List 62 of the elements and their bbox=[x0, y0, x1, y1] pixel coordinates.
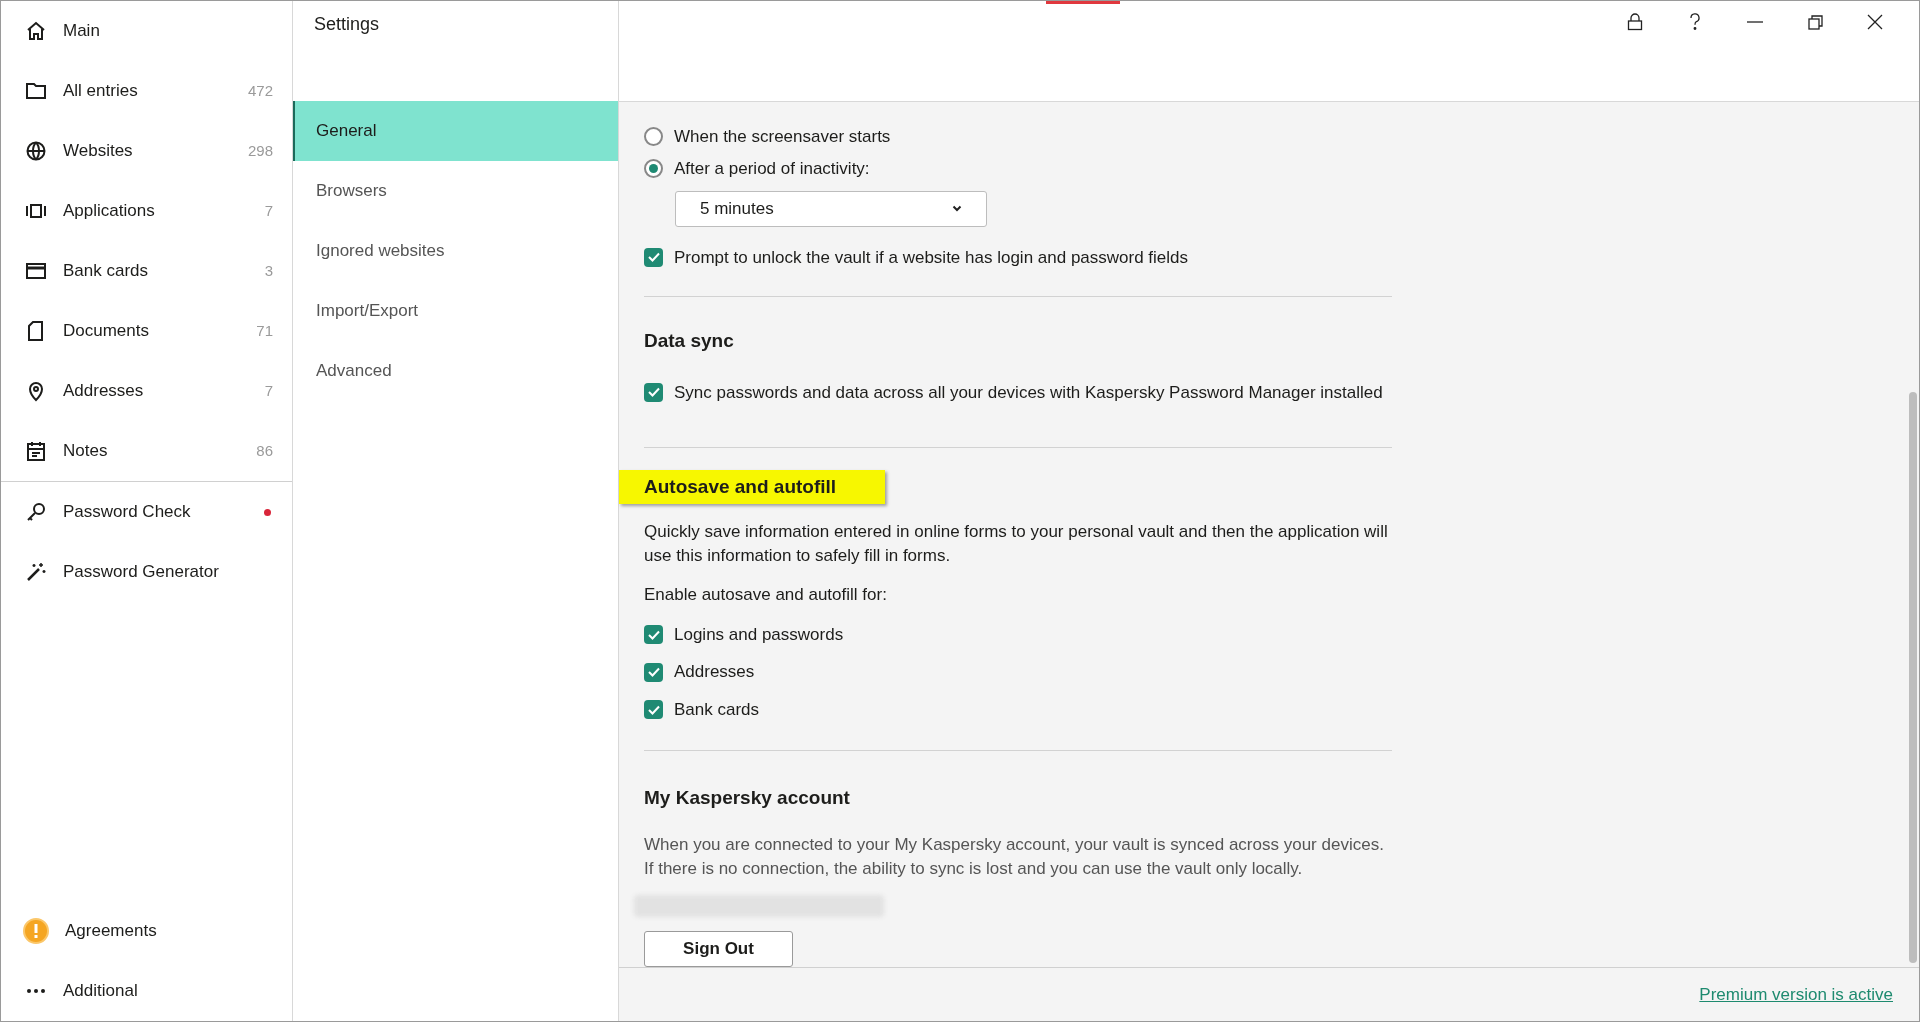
radio-label: After a period of inactivity: bbox=[674, 158, 870, 181]
checkbox[interactable] bbox=[644, 662, 663, 682]
section-heading: Data sync bbox=[644, 329, 735, 354]
checkbox-label: Prompt to unlock the vault if a website has login and password fields bbox=[674, 246, 1189, 269]
sidebar-item[interactable]: Additional bbox=[1, 961, 292, 1021]
checkmark-icon bbox=[647, 667, 660, 678]
duration-dropdown[interactable]: 5 minutes bbox=[675, 191, 987, 227]
home-icon bbox=[25, 20, 47, 42]
checkbox[interactable] bbox=[644, 625, 663, 645]
checkmark-icon bbox=[647, 704, 660, 715]
sidebar-item[interactable]: Password Check bbox=[1, 482, 292, 542]
chevron-down-icon bbox=[952, 205, 962, 213]
sidebar-item[interactable]: Websites 298 bbox=[1, 121, 292, 181]
sidebar-item[interactable]: Agreements bbox=[1, 901, 292, 961]
checkbox[interactable] bbox=[644, 248, 663, 267]
minimize-icon bbox=[1747, 21, 1763, 23]
window-title: Settings bbox=[314, 14, 380, 34]
sign-out-button[interactable]: Sign Out bbox=[644, 930, 793, 968]
help-icon bbox=[1689, 13, 1701, 31]
checkbox-label: Addresses bbox=[674, 661, 755, 684]
radio-button[interactable] bbox=[644, 159, 663, 179]
sidebar-item[interactable]: Bank cards 3 bbox=[1, 241, 292, 301]
checkbox-label: Logins and passwords bbox=[674, 623, 844, 646]
sidebar-item[interactable]: Password Generator bbox=[1, 542, 292, 602]
lock-icon bbox=[1627, 13, 1643, 31]
sidebar-item[interactable]: Applications 7 bbox=[1, 181, 292, 241]
sidebar-item[interactable]: Main bbox=[1, 1, 292, 61]
sidebar-item[interactable]: Documents 71 bbox=[1, 301, 292, 361]
radio-label: When the screensaver starts bbox=[674, 125, 891, 148]
section-description: When you are connected to your My Kaspersky account, your vault is synced across your devices. If there is no connection, the ability to sync is lost and you can use the vault only locally. bbox=[644, 833, 1385, 880]
section-heading: Autosave and autofill bbox=[619, 470, 885, 505]
globe-icon bbox=[25, 140, 47, 162]
checkbox[interactable] bbox=[644, 700, 663, 720]
magic-wand-icon bbox=[25, 561, 47, 583]
more-icon bbox=[27, 989, 45, 993]
checkbox-label: Bank cards bbox=[674, 698, 760, 721]
settings-tab[interactable]: Ignored websites bbox=[293, 221, 618, 281]
checkbox[interactable] bbox=[644, 382, 663, 402]
radio-button[interactable] bbox=[644, 126, 663, 146]
restore-icon bbox=[1807, 14, 1823, 30]
folder-icon bbox=[25, 80, 47, 102]
scrollbar-thumb[interactable] bbox=[1909, 392, 1917, 963]
close-icon bbox=[1867, 14, 1883, 30]
section-heading: My Kaspersky account bbox=[644, 786, 851, 811]
enable-label: Enable autosave and autofill for: bbox=[644, 584, 888, 607]
sidebar-item[interactable]: Addresses 7 bbox=[1, 361, 292, 421]
section-description: Quickly save information entered in online forms to your personal vault and then the application will use this information to safely fill in forms. bbox=[644, 521, 1389, 568]
settings-tab[interactable]: Advanced bbox=[293, 341, 618, 401]
sidebar-item[interactable]: All entries 472 bbox=[1, 61, 292, 121]
checkmark-icon bbox=[647, 629, 660, 640]
checkmark-icon bbox=[647, 387, 660, 398]
premium-status-link[interactable]: Premium version is active bbox=[1699, 981, 1893, 1008]
settings-tab[interactable]: General bbox=[293, 101, 618, 161]
checkmark-icon bbox=[647, 252, 660, 263]
sidebar-item[interactable]: Notes 86 bbox=[1, 421, 292, 481]
settings-tab[interactable]: Import/Export bbox=[293, 281, 618, 341]
settings-tab[interactable]: Browsers bbox=[293, 161, 618, 221]
checkbox-label: Sync passwords and data across all your devices with Kaspersky Password Manager installed bbox=[674, 381, 1383, 404]
warning-icon bbox=[23, 918, 49, 944]
card-icon bbox=[25, 260, 47, 282]
key-icon bbox=[25, 501, 47, 523]
notepad-icon bbox=[25, 440, 47, 462]
